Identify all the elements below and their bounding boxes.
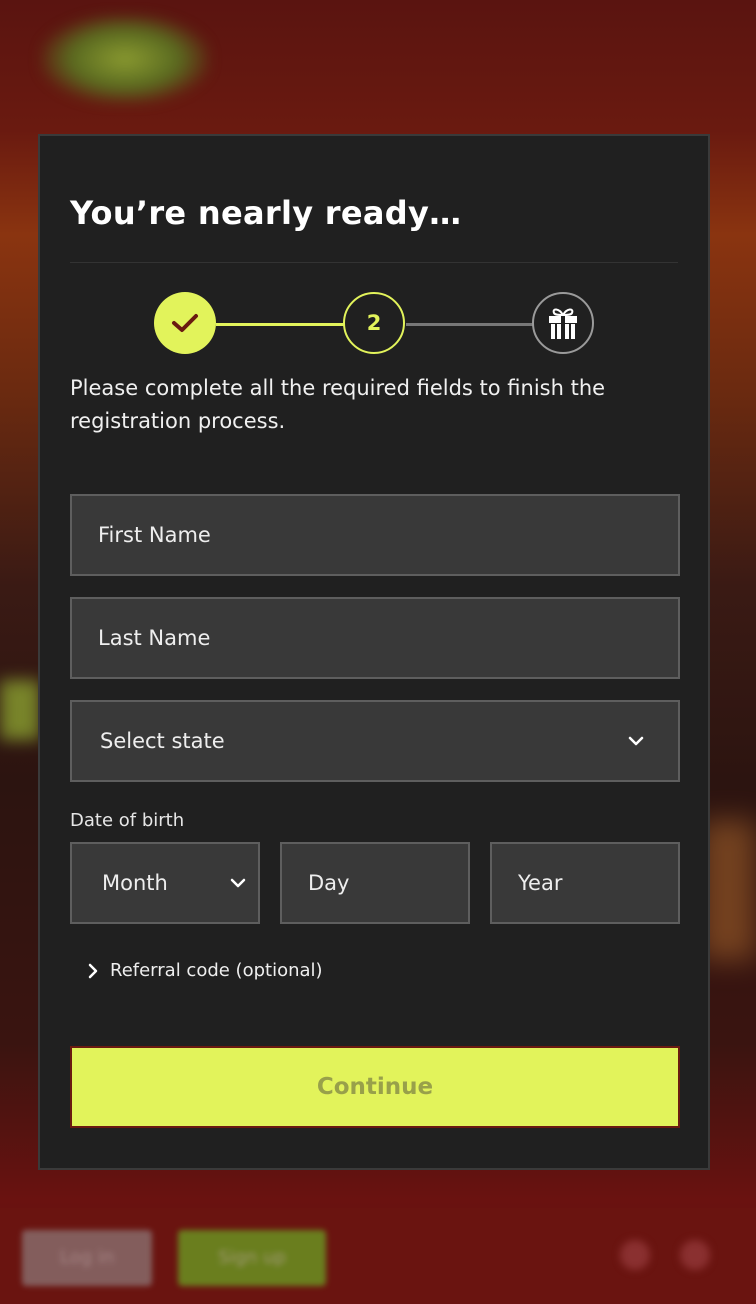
step-1-complete: [154, 292, 216, 354]
referral-code-toggle[interactable]: Referral code (optional): [88, 960, 323, 981]
check-icon: [172, 314, 198, 332]
registration-modal: You’re nearly ready… 2 Please complete a…: [38, 134, 710, 1170]
last-name-input[interactable]: [72, 599, 678, 677]
state-select-value: Select state: [100, 729, 225, 753]
step-2-current: 2: [343, 292, 405, 354]
background-logo: [40, 14, 210, 104]
dob-month-select[interactable]: Month: [70, 842, 260, 924]
stepper-line-complete: [216, 323, 348, 326]
referral-code-label: Referral code (optional): [110, 960, 323, 981]
chevron-right-icon: [88, 963, 98, 978]
modal-title: You’re nearly ready…: [70, 194, 462, 232]
dob-year-field-wrapper: [490, 842, 680, 924]
background-signup-button: Sign up: [178, 1230, 326, 1286]
dob-day-input[interactable]: [282, 844, 468, 922]
last-name-field-wrapper: [70, 597, 680, 679]
registration-stepper: 2: [40, 292, 708, 358]
gift-icon: [549, 308, 577, 339]
dob-label: Date of birth: [70, 810, 185, 831]
state-select[interactable]: Select state: [70, 700, 680, 782]
stepper-line-upcoming: [406, 323, 534, 326]
title-divider: [70, 262, 678, 263]
first-name-input[interactable]: [72, 496, 678, 574]
chevron-down-icon: [230, 878, 246, 888]
background-icon: [680, 1240, 710, 1270]
dob-month-value: Month: [102, 871, 168, 895]
chevron-down-icon: [628, 736, 644, 746]
instruction-text: Please complete all the required fields …: [70, 376, 606, 433]
dob-year-input[interactable]: [492, 844, 678, 922]
first-name-field-wrapper: [70, 494, 680, 576]
background-login-button: Log in: [22, 1230, 152, 1286]
continue-button[interactable]: Continue: [70, 1046, 680, 1128]
step-3-reward: [532, 292, 594, 354]
background-blur-shape: [0, 680, 40, 740]
dob-day-field-wrapper: [280, 842, 470, 924]
background-icon: [620, 1240, 650, 1270]
